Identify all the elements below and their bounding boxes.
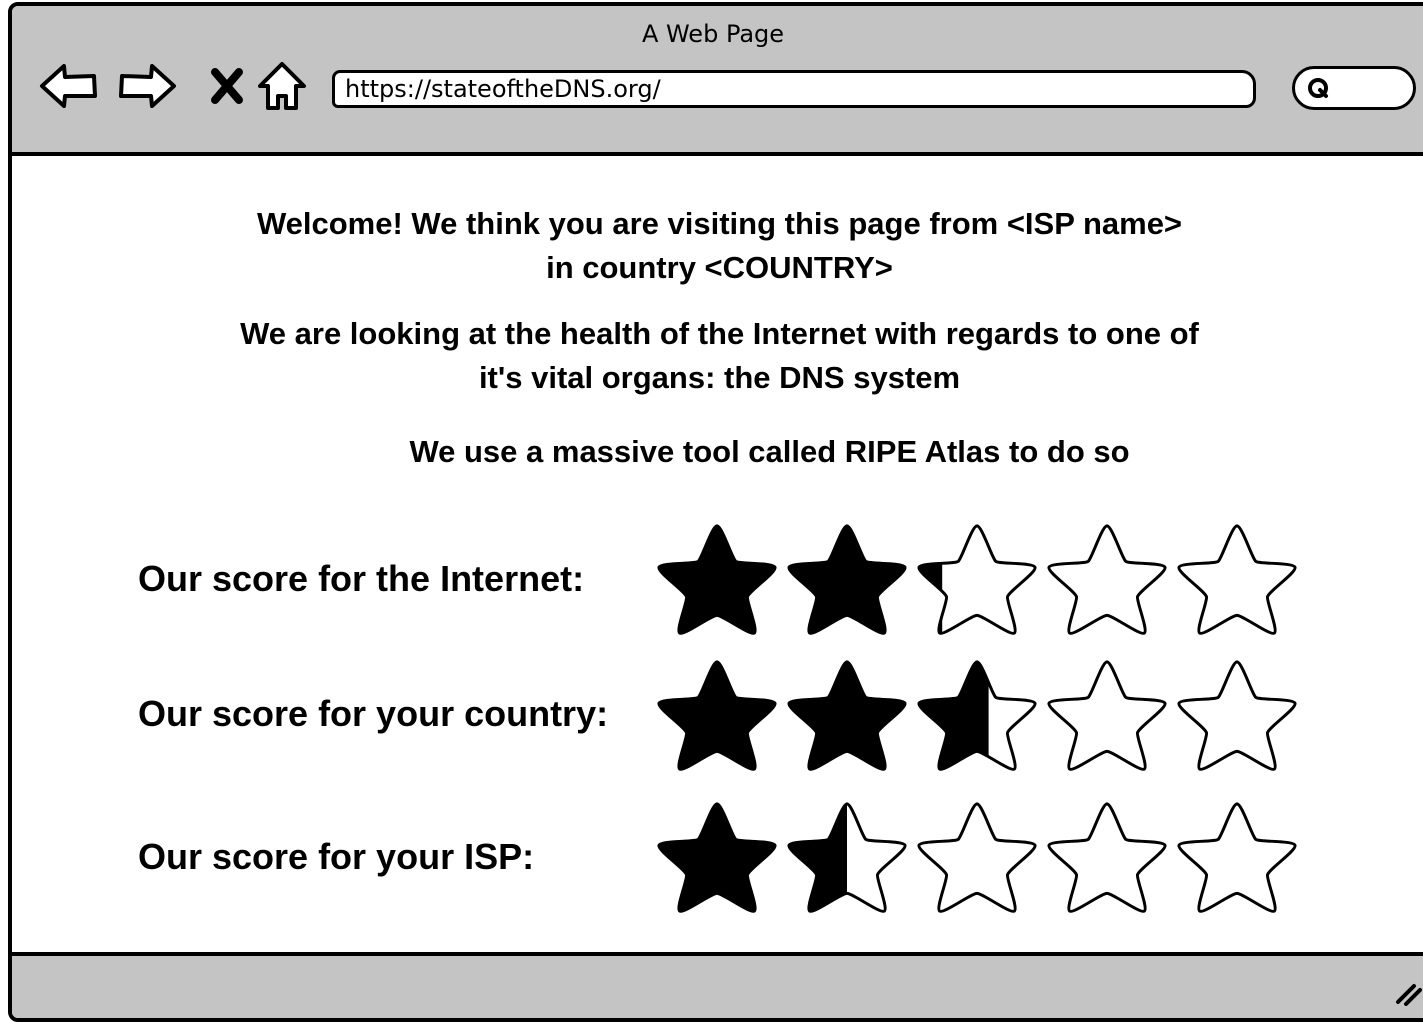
- resize-grip-icon[interactable]: [1392, 976, 1422, 1006]
- welcome-text: Welcome! We think you are visiting this …: [112, 202, 1327, 290]
- score-label-isp: Our score for your ISP:: [138, 836, 535, 877]
- tool-text: We use a massive tool called RIPE Atlas …: [409, 434, 1130, 469]
- star-icon: [787, 524, 907, 635]
- star-icon: [787, 660, 907, 771]
- welcome-line-1: Welcome! We think you are visiting this …: [256, 206, 1183, 241]
- browser-toolbar: A Web Page https://stateoftheDNS.org/: [12, 6, 1423, 156]
- url-input[interactable]: https://stateoftheDNS.org/: [332, 70, 1256, 108]
- health-text: We are looking at the health of the Inte…: [112, 312, 1327, 400]
- status-bar: [12, 952, 1423, 1018]
- forward-arrow-icon[interactable]: [112, 56, 182, 116]
- page-content: Welcome! We think you are visiting this …: [12, 156, 1423, 952]
- welcome-line-2: in country <COUNTRY>: [546, 250, 893, 285]
- health-line-1: We are looking at the health of the Inte…: [240, 316, 1199, 351]
- star-icon: [657, 660, 777, 771]
- star-icon: [1177, 802, 1297, 913]
- home-icon[interactable]: [247, 56, 317, 116]
- star-icon: [917, 524, 1037, 635]
- star-rating-internet: [652, 520, 1302, 638]
- window-title: A Web Page: [641, 20, 785, 48]
- star-icon: [1177, 660, 1297, 771]
- star-icon: [657, 524, 777, 635]
- search-icon: [1307, 77, 1331, 105]
- star-icon: [917, 802, 1037, 913]
- star-rating-country: [652, 656, 1302, 774]
- star-icon: [787, 802, 907, 913]
- star-icon: [1047, 524, 1167, 635]
- score-label-internet: Our score for the Internet:: [138, 558, 585, 599]
- star-icon: [1047, 802, 1167, 913]
- health-line-2: it's vital organs: the DNS system: [478, 360, 961, 395]
- star-rating-isp: [652, 798, 1302, 916]
- score-label-country: Our score for your country:: [138, 693, 609, 734]
- browser-window: A Web Page https://stateoftheDNS.org/ We…: [8, 2, 1423, 1022]
- back-arrow-icon[interactable]: [34, 56, 104, 116]
- star-icon: [1177, 524, 1297, 635]
- star-icon: [657, 802, 777, 913]
- search-input[interactable]: [1292, 66, 1416, 110]
- star-icon: [1047, 660, 1167, 771]
- star-icon: [917, 660, 1037, 771]
